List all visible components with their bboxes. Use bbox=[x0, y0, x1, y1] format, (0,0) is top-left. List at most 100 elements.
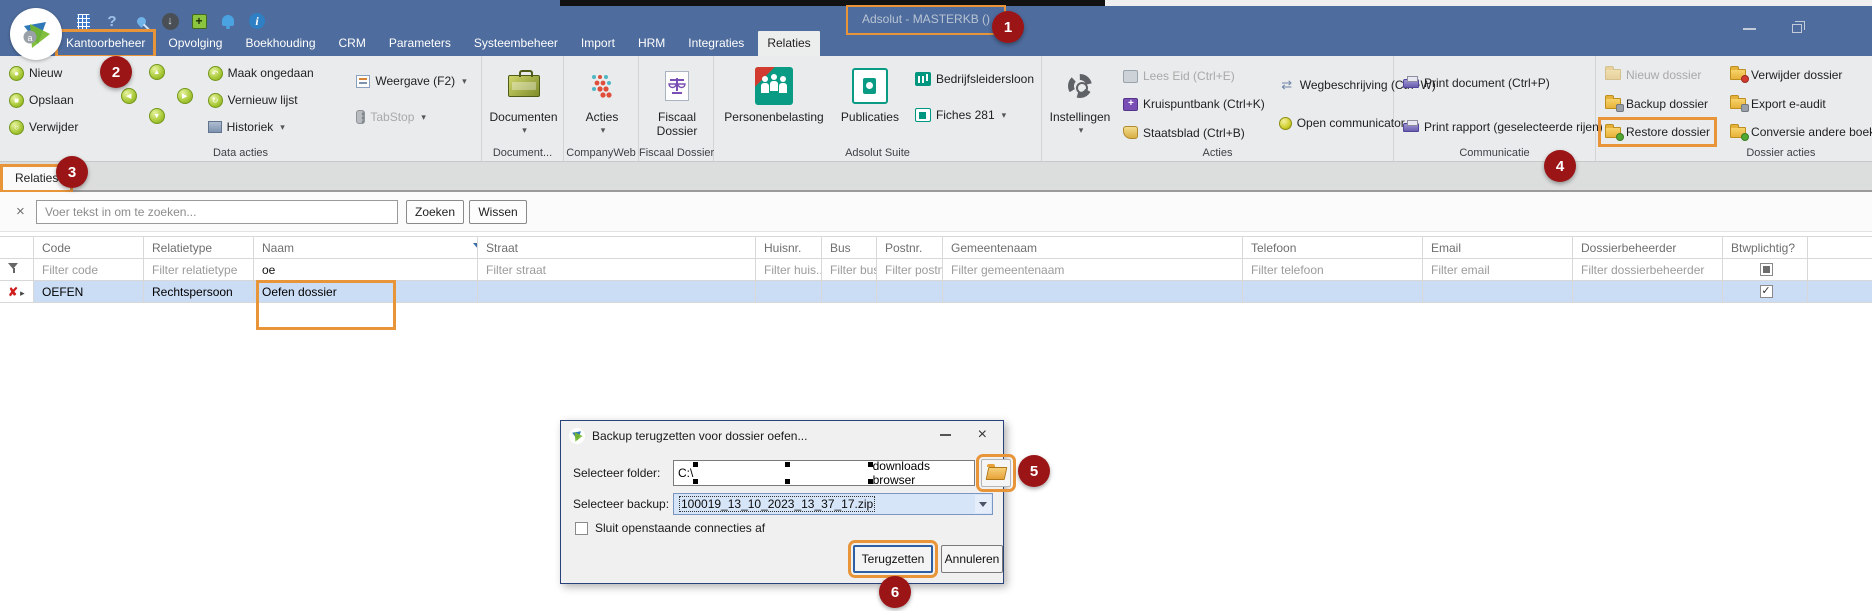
header-postnr[interactable]: Postnr. bbox=[877, 237, 943, 258]
download-icon[interactable]: ↓ bbox=[161, 12, 179, 30]
tab-hrm[interactable]: HRM bbox=[629, 31, 674, 56]
tab-parameters[interactable]: Parameters bbox=[380, 31, 460, 56]
filter-btwplichtig[interactable] bbox=[1723, 259, 1808, 280]
nav-first-icon[interactable]: ▲ bbox=[149, 64, 165, 80]
export-eaudit-button[interactable]: Export e-audit bbox=[1727, 93, 1872, 115]
filter-relatietype[interactable]: Filter relatietype bbox=[144, 259, 254, 280]
restore-icon[interactable] bbox=[1792, 24, 1802, 33]
cell-straat[interactable] bbox=[478, 281, 756, 302]
header-huisnr[interactable]: Huisnr. bbox=[756, 237, 822, 258]
instellingen-button[interactable]: Instellingen▾ bbox=[1048, 62, 1112, 143]
cell-naam[interactable]: Oefen dossier bbox=[254, 281, 478, 302]
cell-btwplichtig[interactable] bbox=[1723, 281, 1808, 302]
filter-gemeentenaam[interactable]: Filter gemeentenaam bbox=[943, 259, 1243, 280]
header-dossierbeheerder[interactable]: Dossierbeheerder bbox=[1573, 237, 1723, 258]
info-icon[interactable]: i bbox=[248, 12, 266, 30]
search-input[interactable] bbox=[36, 200, 398, 224]
bedrijfsleidersloon-button[interactable]: Bedrijfsleidersloon bbox=[912, 68, 1037, 90]
minimize-icon[interactable] bbox=[1743, 28, 1756, 30]
clear-search-icon[interactable]: × bbox=[16, 203, 25, 220]
opslaan-button[interactable]: ■Opslaan bbox=[6, 89, 109, 111]
backup-select[interactable]: 100019_13_10_2023_13_37_17.zip bbox=[673, 493, 993, 515]
print-rapport-button[interactable]: Print rapport (geselecteerde rijen) bbox=[1400, 116, 1606, 138]
header-email[interactable]: Email bbox=[1423, 237, 1573, 258]
dialog-minimize-icon[interactable] bbox=[940, 434, 951, 436]
filter-postnr[interactable]: Filter postnr... bbox=[877, 259, 943, 280]
header-gemeentenaam[interactable]: Gemeentenaam bbox=[943, 237, 1243, 258]
verwijder-button[interactable]: ○Verwijder bbox=[6, 116, 109, 138]
filter-huisnr[interactable]: Filter huis... bbox=[756, 259, 822, 280]
header-relatietype[interactable]: Relatietype bbox=[144, 237, 254, 258]
tab-opvolging[interactable]: Opvolging bbox=[159, 31, 231, 56]
nav-prev-icon[interactable]: ◀ bbox=[121, 88, 137, 104]
cell-gemeentenaam[interactable] bbox=[943, 281, 1243, 302]
maak-ongedaan-button[interactable]: ↶Maak ongedaan bbox=[205, 62, 346, 84]
filter-naam[interactable]: oe bbox=[254, 259, 478, 280]
bell-icon[interactable] bbox=[219, 12, 237, 30]
header-code[interactable]: Code bbox=[34, 237, 144, 258]
publicaties-button[interactable]: Publicaties bbox=[836, 62, 904, 143]
personenbelasting-button[interactable]: Personenbelasting bbox=[720, 62, 828, 143]
historiek-button[interactable]: Historiek▾ bbox=[205, 116, 346, 138]
cell-dossierbeheerder[interactable] bbox=[1573, 281, 1723, 302]
tab-integraties[interactable]: Integraties bbox=[679, 31, 753, 56]
folder-input[interactable]: C:\ downloads browser bbox=[673, 460, 975, 486]
documenten-button[interactable]: Documenten▾ bbox=[488, 62, 559, 143]
conversie-button[interactable]: Conversie andere boekhoudsoftware▾ bbox=[1727, 121, 1872, 143]
cell-telefoon[interactable] bbox=[1243, 281, 1423, 302]
tab-kantoorbeheer[interactable]: Kantoorbeheer bbox=[57, 31, 154, 56]
filter-straat[interactable]: Filter straat bbox=[478, 259, 756, 280]
terugzetten-button[interactable]: Terugzetten bbox=[853, 545, 933, 573]
annuleren-button[interactable]: Annuleren bbox=[941, 545, 1003, 573]
print-document-button[interactable]: Print document (Ctrl+P) bbox=[1400, 72, 1606, 94]
verwijder-dossier-button[interactable]: Verwijder dossier bbox=[1727, 64, 1872, 86]
restore-dossier-button[interactable]: Restore dossier bbox=[1602, 121, 1713, 143]
kruispuntbank-button[interactable]: Kruispuntbank (Ctrl+K) bbox=[1120, 94, 1268, 114]
tab-systeembeheer[interactable]: Systeembeheer bbox=[465, 31, 567, 56]
cell-huisnr[interactable] bbox=[756, 281, 822, 302]
table-row[interactable]: ✘▸ OEFEN Rechtspersoon Oefen dossier bbox=[0, 281, 1872, 303]
filter-bus[interactable]: Filter bus bbox=[822, 259, 877, 280]
close-connections-checkbox[interactable] bbox=[575, 522, 588, 535]
delete-row-icon[interactable]: ✘ bbox=[8, 285, 18, 299]
dropdown-arrow-icon[interactable] bbox=[975, 495, 991, 513]
pin-icon[interactable] bbox=[132, 12, 150, 30]
cell-code[interactable]: OEFEN bbox=[34, 281, 144, 302]
nieuw-button[interactable]: ●Nieuw bbox=[6, 62, 109, 84]
header-naam[interactable]: Naam bbox=[254, 237, 478, 258]
tab-crm[interactable]: CRM bbox=[330, 31, 375, 56]
nieuw-dossier-button[interactable]: Nieuw dossier bbox=[1602, 64, 1713, 86]
filter-dossierbeheerder[interactable]: Filter dossierbeheerder bbox=[1573, 259, 1723, 280]
checkbox-indeterminate[interactable] bbox=[1760, 263, 1773, 276]
zoeken-button[interactable]: Zoeken bbox=[406, 200, 464, 224]
backup-dossier-button[interactable]: Backup dossier bbox=[1602, 93, 1713, 115]
cell-email[interactable] bbox=[1423, 281, 1573, 302]
filter-telefoon[interactable]: Filter telefoon bbox=[1243, 259, 1423, 280]
tabstop-button[interactable]: TabStop▾ bbox=[353, 106, 477, 128]
filter-code[interactable]: Filter code bbox=[34, 259, 144, 280]
cell-postnr[interactable] bbox=[877, 281, 943, 302]
tab-boekhouding[interactable]: Boekhouding bbox=[236, 31, 324, 56]
acties-button[interactable]: Acties▾ bbox=[570, 62, 634, 143]
tab-relaties[interactable]: Relaties bbox=[758, 31, 819, 56]
tab-import[interactable]: Import bbox=[572, 31, 624, 56]
checkbox-checked[interactable] bbox=[1760, 285, 1773, 298]
dialog-close-icon[interactable]: × bbox=[978, 426, 987, 444]
cell-bus[interactable] bbox=[822, 281, 877, 302]
header-bus[interactable]: Bus bbox=[822, 237, 877, 258]
header-straat[interactable]: Straat bbox=[478, 237, 756, 258]
weergave-button[interactable]: Weergave (F2)▾ bbox=[353, 70, 477, 92]
filter-email[interactable]: Filter email bbox=[1423, 259, 1573, 280]
header-telefoon[interactable]: Telefoon bbox=[1243, 237, 1423, 258]
lees-eid-button[interactable]: Lees Eid (Ctrl+E) bbox=[1120, 66, 1268, 86]
fiches-281-button[interactable]: Fiches 281▾ bbox=[912, 104, 1037, 126]
vernieuw-lijst-button[interactable]: ↻Vernieuw lijst bbox=[205, 89, 346, 111]
wissen-button[interactable]: Wissen bbox=[469, 200, 527, 224]
header-btwplichtig[interactable]: Btwplichtig? bbox=[1723, 237, 1808, 258]
cell-relatietype[interactable]: Rechtspersoon bbox=[144, 281, 254, 302]
browse-folder-button[interactable] bbox=[981, 459, 1011, 487]
nav-last-icon[interactable]: ▼ bbox=[149, 108, 165, 124]
add-icon[interactable]: + bbox=[190, 12, 208, 30]
calculator-icon[interactable] bbox=[74, 12, 92, 30]
nav-next-icon[interactable]: ▶ bbox=[177, 88, 193, 104]
